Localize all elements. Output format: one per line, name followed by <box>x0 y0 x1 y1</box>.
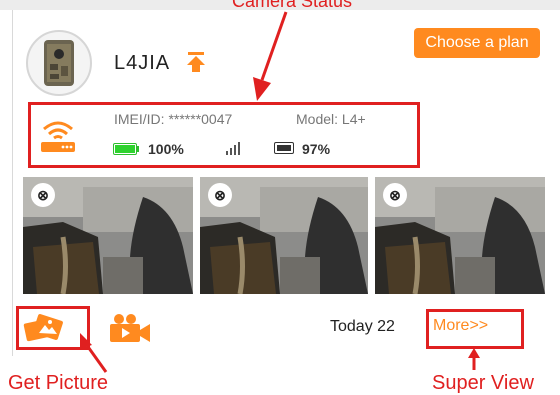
signal-bars-icon <box>226 142 240 155</box>
storage-level: 97% <box>302 141 331 157</box>
battery-tip <box>137 146 139 152</box>
wifi-router-icon <box>41 121 75 152</box>
camera-name: L4JIA <box>114 52 171 74</box>
remove-icon[interactable]: ⊗ <box>31 183 55 207</box>
get-picture-icon[interactable] <box>23 313 63 343</box>
thumbnail-1[interactable]: ⊗ <box>23 177 193 294</box>
today-count: Today 22 <box>330 318 395 335</box>
more-link[interactable]: More>> <box>433 317 488 335</box>
model-text: Model: L4+ <box>296 111 366 127</box>
sd-card-icon <box>274 142 294 154</box>
upgrade-arrow-icon[interactable] <box>186 51 206 73</box>
choose-plan-button[interactable]: Choose a plan <box>414 28 540 58</box>
battery-icon <box>113 143 137 155</box>
remove-icon[interactable]: ⊗ <box>383 183 407 207</box>
remove-icon[interactable]: ⊗ <box>208 183 232 207</box>
camera-avatar[interactable] <box>26 30 92 96</box>
video-camera-icon[interactable] <box>108 313 152 343</box>
thumbnail-2[interactable]: ⊗ <box>200 177 368 294</box>
thumbnail-3[interactable]: ⊗ <box>375 177 545 294</box>
get-picture-annotation: Get Picture <box>8 372 109 394</box>
battery-level: 100% <box>148 141 184 157</box>
trail-camera-icon <box>44 40 74 86</box>
imei-text: IMEI/ID: ******0047 <box>114 111 233 127</box>
battery-fill <box>115 145 135 153</box>
card-border <box>12 10 13 356</box>
super-view-annotation: Super View <box>432 372 534 394</box>
